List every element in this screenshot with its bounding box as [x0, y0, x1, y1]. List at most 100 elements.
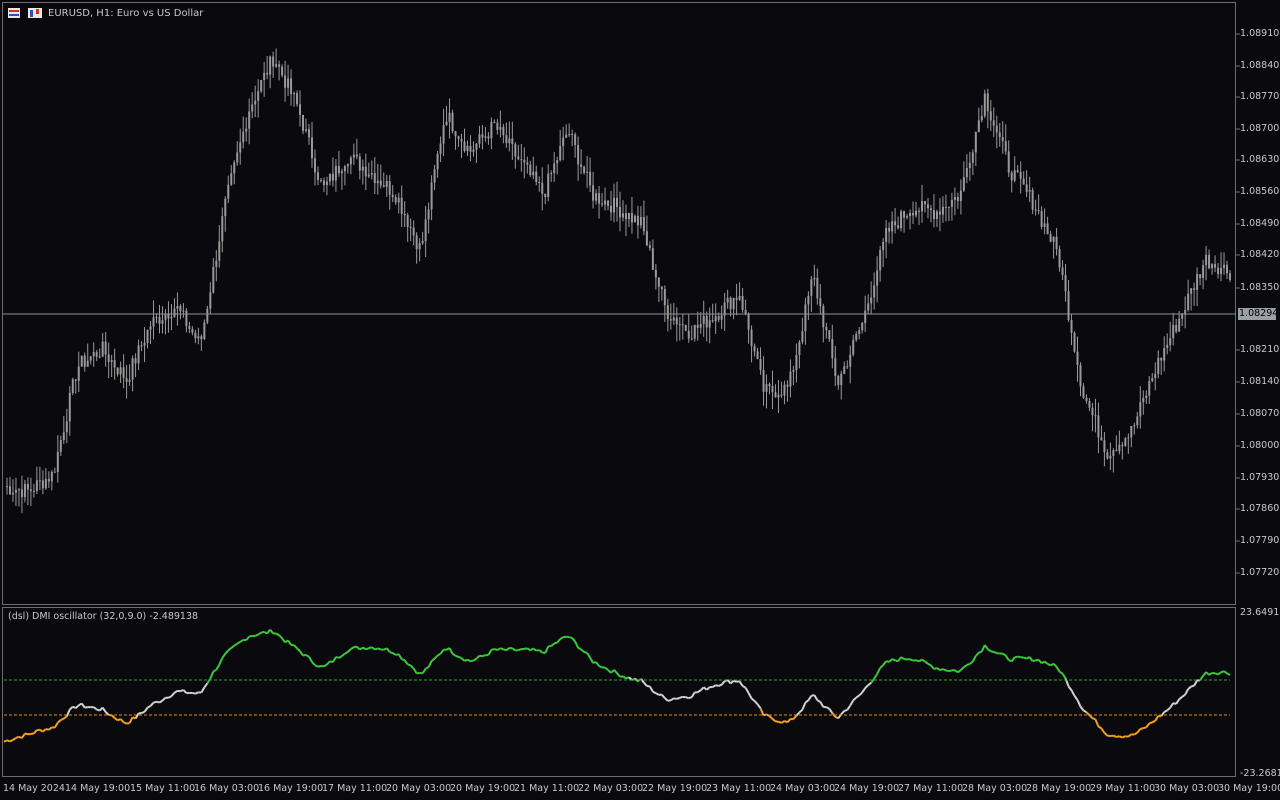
dmi-line-segment	[846, 704, 852, 711]
candle-body	[616, 197, 618, 208]
dmi-line-segment	[715, 684, 719, 687]
dmi-line-segment	[482, 654, 486, 658]
candle-body	[876, 270, 879, 286]
candle-body	[759, 359, 762, 371]
dmi-line-segment	[9, 738, 14, 743]
dmi-line-segment	[230, 644, 235, 649]
dmi-line-segment	[1082, 709, 1087, 714]
candle-body	[460, 138, 463, 142]
dmi-line-segment	[843, 708, 848, 712]
dmi-line-segment	[807, 695, 813, 701]
candle-body	[840, 373, 843, 385]
dmi-line-segment	[326, 660, 331, 666]
dmi-line-segment	[963, 664, 968, 668]
dmi-line-segment	[616, 672, 621, 678]
dmi-line-segment	[15, 735, 20, 739]
dmi-line-segment	[69, 705, 74, 711]
candle-body	[1073, 332, 1076, 352]
candle-body	[1037, 210, 1040, 212]
candle-body	[287, 78, 290, 88]
dmi-line-segment	[356, 645, 361, 651]
candle-body	[352, 154, 355, 158]
candle-body	[164, 314, 167, 321]
dmi-line-segment	[589, 657, 594, 664]
candle-body	[107, 354, 110, 362]
chart-grid-icon[interactable]	[8, 8, 20, 18]
dmi-line-segment	[643, 681, 648, 687]
candle-body	[992, 120, 995, 126]
dmi-line-segment	[703, 686, 708, 691]
dmi-line-segment	[816, 699, 821, 703]
candle-body	[1211, 264, 1214, 269]
price-tick-label: 1.08140	[1240, 376, 1280, 387]
candle-body	[179, 305, 182, 312]
candle-body	[953, 196, 956, 200]
candle-body	[203, 322, 206, 340]
candle-body	[858, 330, 861, 334]
dmi-line-segment	[742, 685, 747, 689]
candle-body	[233, 162, 236, 174]
dmi-line-segment	[260, 630, 265, 634]
dmi-line-segment	[720, 680, 726, 686]
dmi-line-segment	[1052, 663, 1058, 668]
candle-body	[565, 134, 568, 138]
dmi-line-segment	[24, 732, 29, 736]
candle-body	[1058, 249, 1061, 268]
candle-body	[1169, 338, 1172, 345]
dmi-line-segment	[954, 669, 959, 674]
trade-icon[interactable]	[28, 8, 42, 18]
dmi-line-segment	[969, 660, 974, 665]
candle-body	[89, 356, 92, 361]
dmi-line-segment	[688, 696, 693, 700]
dmi-line-segment	[622, 675, 627, 680]
candle-body	[50, 471, 53, 482]
candle-body	[355, 154, 358, 157]
candle-body	[894, 221, 897, 226]
dmi-line-segment	[673, 697, 678, 700]
candle-body	[870, 297, 873, 304]
candle-body	[412, 227, 415, 236]
dmi-line-segment	[993, 651, 998, 655]
candle-body	[825, 327, 828, 331]
candle-body	[308, 129, 311, 138]
dmi-line-segment	[236, 640, 241, 645]
candle-body	[750, 329, 753, 347]
dmi-line-segment	[1028, 656, 1034, 662]
dmi-line-segment	[278, 634, 283, 640]
dmi-line-segment	[141, 710, 145, 714]
dmi-line-segment	[518, 648, 522, 652]
candle-body	[32, 490, 35, 492]
candle-body	[604, 200, 607, 205]
dmi-line-segment	[439, 649, 445, 655]
dmi-line-segment	[526, 647, 531, 652]
candle-body	[983, 93, 986, 117]
candle-body	[427, 209, 430, 220]
candle-body	[1106, 452, 1109, 459]
candle-body	[675, 317, 678, 325]
candle-body	[687, 330, 690, 339]
candle-body	[59, 440, 62, 452]
candle-body	[173, 308, 176, 317]
dmi-line-segment	[505, 647, 510, 652]
dmi-line-segment	[149, 701, 155, 707]
candle-body	[1049, 234, 1052, 242]
time-tick-label: 15 May 11:00	[130, 783, 196, 794]
candle-body	[765, 384, 768, 392]
candle-body	[251, 104, 254, 112]
dmi-line-segment	[1151, 719, 1156, 724]
dmi-line-segment	[1061, 673, 1067, 679]
candle-body	[915, 210, 918, 216]
candle-body	[897, 225, 900, 229]
dmi-line-segment	[101, 706, 107, 713]
dmi-line-segment	[1118, 735, 1123, 739]
candle-body	[923, 200, 926, 205]
dmi-line-segment	[867, 681, 872, 686]
dmi-line-segment	[143, 707, 149, 713]
candle-body	[505, 135, 508, 144]
candle-body	[343, 166, 346, 172]
dmi-line-segment	[927, 662, 932, 667]
candle-body	[538, 182, 541, 184]
dmi-line-segment	[433, 654, 439, 660]
oscillator-max-label: 23.649170	[1240, 607, 1280, 618]
dmi-line-segment	[200, 686, 206, 693]
